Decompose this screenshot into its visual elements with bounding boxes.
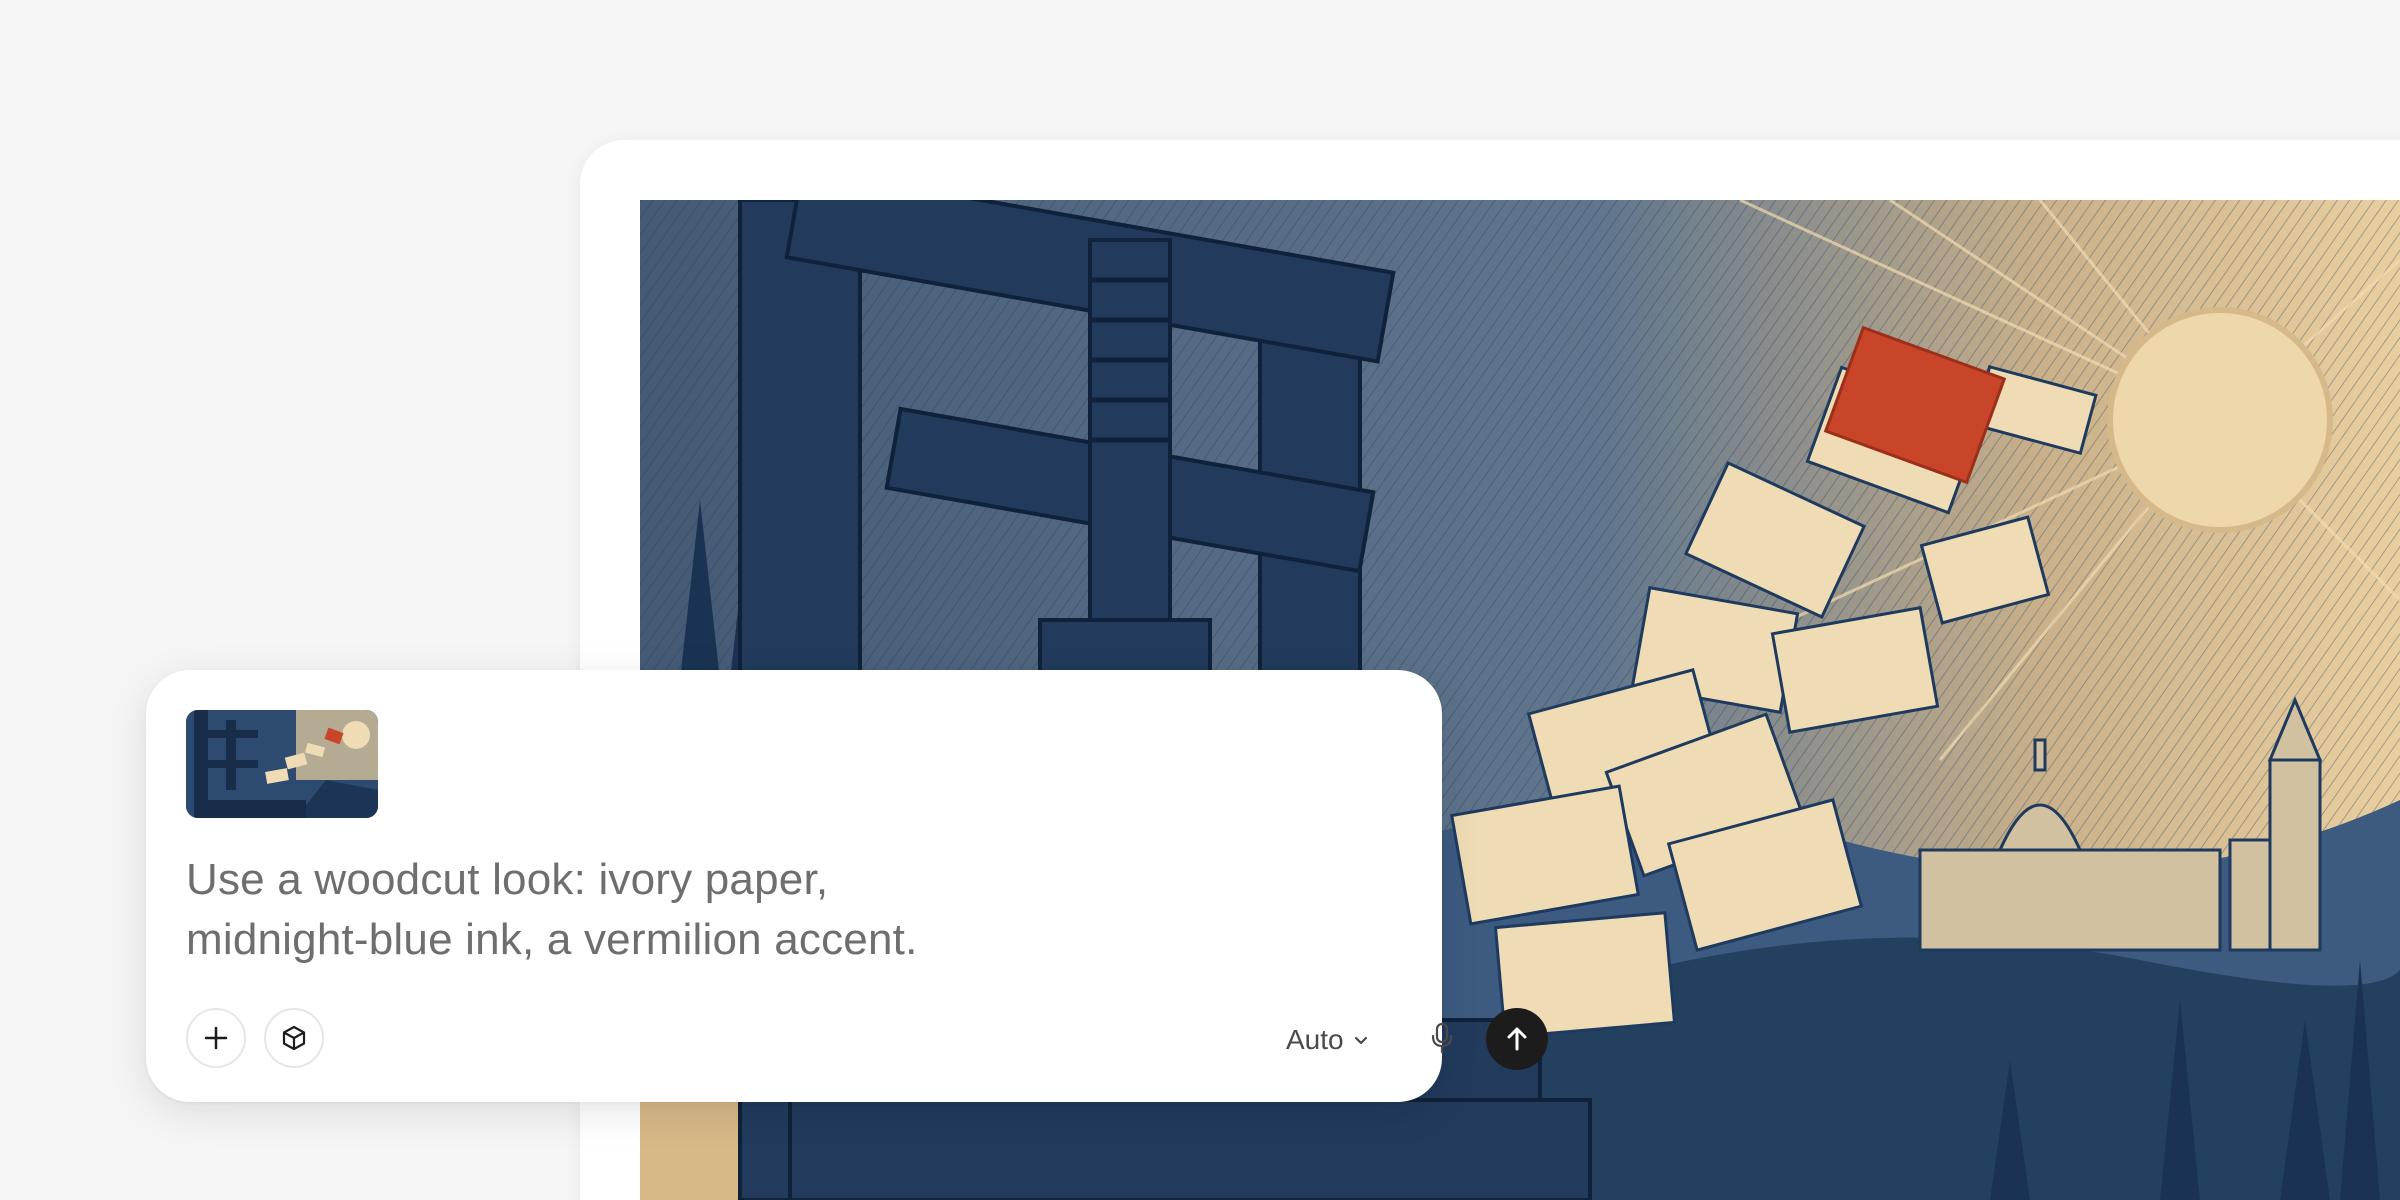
prompt-input[interactable]: Use a woodcut look: ivory paper, midnigh…: [186, 850, 1286, 970]
image-thumbnail-icon: [186, 710, 378, 818]
prompt-composer: Use a woodcut look: ivory paper, midnigh…: [146, 670, 1548, 1102]
send-button[interactable]: [1486, 1008, 1548, 1070]
chevron-down-icon: [1354, 1036, 1367, 1045]
arrow-up-icon: [1507, 1027, 1527, 1051]
app-stage: Use a woodcut look: ivory paper, midnigh…: [0, 0, 2400, 1200]
plus-icon: [204, 1026, 228, 1050]
model-selector-label: Auto: [1286, 1024, 1344, 1055]
cube-icon: [282, 1025, 306, 1051]
microphone-icon: [1431, 1022, 1453, 1054]
voice-input-button[interactable]: [1416, 1012, 1468, 1064]
model-selector[interactable]: Auto: [1286, 1018, 1370, 1062]
attachment-thumbnail[interactable]: [186, 710, 378, 818]
tools-button[interactable]: [264, 1008, 324, 1068]
add-attachment-button[interactable]: [186, 1008, 246, 1068]
